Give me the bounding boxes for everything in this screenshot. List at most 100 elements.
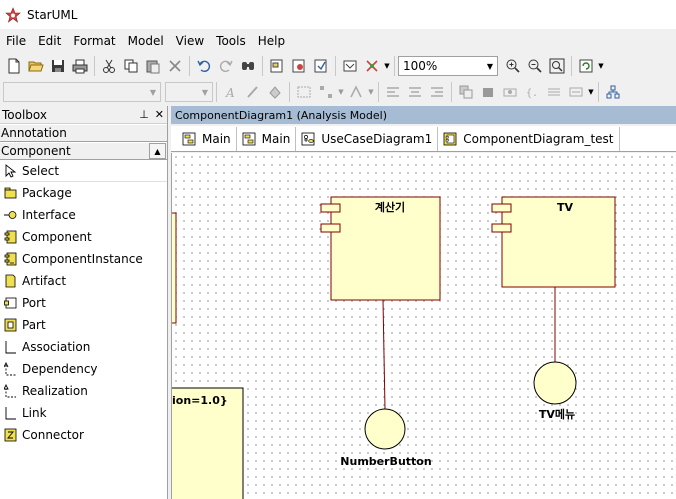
- format-toolbar: ▼ ▼ A ▼ ▼ {..} ▼: [0, 79, 676, 105]
- attributes-icon[interactable]: [543, 81, 565, 103]
- zoom-fit-icon[interactable]: [546, 55, 568, 77]
- dependency-icon: [4, 362, 17, 376]
- tab-main-1[interactable]: Main: [177, 127, 237, 151]
- tab-main-2[interactable]: Main: [237, 127, 297, 151]
- menu-help[interactable]: Help: [252, 34, 291, 48]
- chevron-down-icon[interactable]: ▼: [367, 88, 375, 96]
- print-icon[interactable]: [69, 55, 91, 77]
- diagram-icon[interactable]: [266, 55, 288, 77]
- component-icon: [4, 230, 17, 244]
- toolbar-separator: [289, 82, 290, 102]
- tool-component-instance[interactable]: ComponentInstance: [0, 248, 167, 270]
- braces-icon[interactable]: {..}: [521, 81, 543, 103]
- realization-line[interactable]: [382, 299, 386, 410]
- rectilinear-icon[interactable]: [345, 81, 367, 103]
- align-center-icon[interactable]: [404, 81, 426, 103]
- font-color-icon[interactable]: A: [220, 81, 242, 103]
- style-options-icon[interactable]: [315, 81, 337, 103]
- new-icon[interactable]: [3, 55, 25, 77]
- group-icon[interactable]: [499, 81, 521, 103]
- font-size-select[interactable]: ▼: [165, 82, 213, 102]
- menu-model[interactable]: Model: [122, 34, 170, 48]
- tool-label: Association: [22, 340, 91, 354]
- interface-icon: [4, 208, 17, 222]
- tool-component[interactable]: Component: [0, 226, 167, 248]
- tab-usecase-diagram[interactable]: UseCaseDiagram1: [296, 127, 439, 151]
- component-tv[interactable]: TV: [491, 196, 616, 288]
- interface-number-button[interactable]: NumberButton: [340, 408, 432, 468]
- options-icon[interactable]: [361, 55, 383, 77]
- save-icon[interactable]: [47, 55, 69, 77]
- copy-icon[interactable]: [120, 55, 142, 77]
- tool-label: Part: [22, 318, 46, 332]
- refresh-icon[interactable]: [575, 55, 597, 77]
- tab-component-diagram-test[interactable]: ComponentDiagram_test: [438, 127, 620, 151]
- tool-realization[interactable]: Realization: [0, 380, 167, 402]
- tool-label: Interface: [22, 208, 76, 222]
- tool-label: Package: [22, 186, 72, 200]
- section-annotation[interactable]: Annotation: [0, 124, 167, 142]
- model-icon[interactable]: [288, 55, 310, 77]
- line-color-icon[interactable]: [242, 81, 264, 103]
- tool-package[interactable]: Package: [0, 182, 167, 204]
- chevron-down-icon[interactable]: ▼: [383, 62, 391, 70]
- delete-icon[interactable]: [164, 55, 186, 77]
- interface-tv-menu[interactable]: TV메뉴: [533, 361, 577, 421]
- tool-select[interactable]: Select: [0, 160, 167, 182]
- align-left-icon[interactable]: [382, 81, 404, 103]
- chevron-down-icon[interactable]: ▼: [597, 62, 605, 70]
- tab-label: ComponentDiagram_test: [463, 132, 614, 146]
- pin-icon[interactable]: ⊥: [139, 108, 149, 121]
- partial-component[interactable]: [172, 212, 177, 324]
- menu-view[interactable]: View: [170, 34, 210, 48]
- menu-edit[interactable]: Edit: [32, 34, 67, 48]
- open-icon[interactable]: [25, 55, 47, 77]
- verify-icon[interactable]: [310, 55, 332, 77]
- port-icon: [4, 296, 17, 310]
- link-icon: [4, 406, 17, 420]
- toolbar-separator: [94, 56, 95, 76]
- menu-file[interactable]: File: [0, 34, 32, 48]
- menu-format[interactable]: Format: [67, 34, 121, 48]
- diagram-canvas[interactable]: ion=1.0} 계산기 TV NumberButton TV메뉴: [171, 153, 676, 499]
- align-right-icon[interactable]: [426, 81, 448, 103]
- chevron-down-icon[interactable]: ▼: [587, 88, 595, 96]
- menu-tools[interactable]: Tools: [210, 34, 252, 48]
- menu-bar: File Edit Format Model View Tools Help: [0, 31, 676, 51]
- section-component[interactable]: Component ▲: [0, 142, 167, 160]
- redo-icon[interactable]: [215, 55, 237, 77]
- undo-icon[interactable]: [193, 55, 215, 77]
- chevron-down-icon[interactable]: ▼: [337, 88, 345, 96]
- tool-artifact[interactable]: Artifact: [0, 270, 167, 292]
- send-back-icon[interactable]: [477, 81, 499, 103]
- layout-icon[interactable]: [602, 81, 624, 103]
- component-calculator[interactable]: 계산기: [320, 196, 441, 301]
- find-icon[interactable]: [237, 55, 259, 77]
- fill-color-icon[interactable]: [264, 81, 286, 103]
- toolbar-separator: [451, 82, 452, 102]
- export-icon[interactable]: [339, 55, 361, 77]
- zoom-in-icon[interactable]: [502, 55, 524, 77]
- close-icon[interactable]: ✕: [155, 108, 164, 121]
- diagram-title-bar: ComponentDiagram1 (Analysis Model): [171, 106, 676, 124]
- tool-label: Component: [22, 230, 92, 244]
- zoom-select[interactable]: 100% ▼: [398, 56, 498, 76]
- bring-front-icon[interactable]: [455, 81, 477, 103]
- tool-association[interactable]: Association: [0, 336, 167, 358]
- tool-dependency[interactable]: Dependency: [0, 358, 167, 380]
- tool-port[interactable]: Port: [0, 292, 167, 314]
- font-select[interactable]: ▼: [3, 82, 161, 102]
- line-style-icon[interactable]: [293, 81, 315, 103]
- paste-icon[interactable]: [142, 55, 164, 77]
- tool-connector[interactable]: Connector: [0, 424, 167, 446]
- chevron-down-icon: ▼: [486, 61, 493, 71]
- connector-icon: [4, 428, 17, 442]
- chevron-up-icon[interactable]: ▲: [149, 143, 166, 159]
- operations-icon[interactable]: [565, 81, 587, 103]
- cut-icon[interactable]: [98, 55, 120, 77]
- tool-interface[interactable]: Interface: [0, 204, 167, 226]
- tool-part[interactable]: Part: [0, 314, 167, 336]
- toolbar-separator: [335, 56, 336, 76]
- zoom-out-icon[interactable]: [524, 55, 546, 77]
- tool-link[interactable]: Link: [0, 402, 167, 424]
